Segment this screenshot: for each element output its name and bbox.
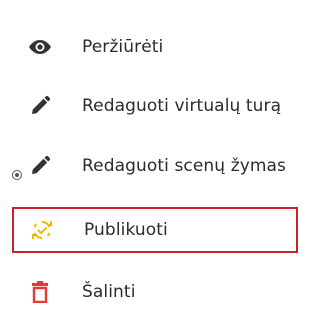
menu-item-label: Šalinti	[82, 282, 136, 302]
menu-item-edit-virtual-tour[interactable]: Redaguoti virtualų turą	[12, 84, 298, 128]
menu-item-label: Redaguoti virtualų turą	[82, 96, 282, 116]
menu-item-label: Publikuoti	[84, 220, 168, 240]
menu-item-label: Peržiūrėti	[82, 37, 164, 57]
menu-item-publish[interactable]: Publikuoti	[12, 207, 298, 253]
context-menu: Peržiūrėti Redaguoti virtualų turą Redag…	[0, 0, 329, 325]
pencil-icon	[20, 150, 60, 182]
pencil-icon	[20, 90, 60, 122]
eye-icon	[20, 31, 60, 63]
menu-item-view[interactable]: Peržiūrėti	[12, 25, 298, 69]
menu-item-label: Redaguoti scenų žymas	[82, 156, 287, 176]
menu-item-edit-scene-tags[interactable]: Redaguoti scenų žymas	[12, 144, 298, 188]
trash-icon	[20, 276, 60, 308]
sync-icon	[22, 214, 62, 246]
menu-item-delete[interactable]: Šalinti	[12, 270, 298, 314]
